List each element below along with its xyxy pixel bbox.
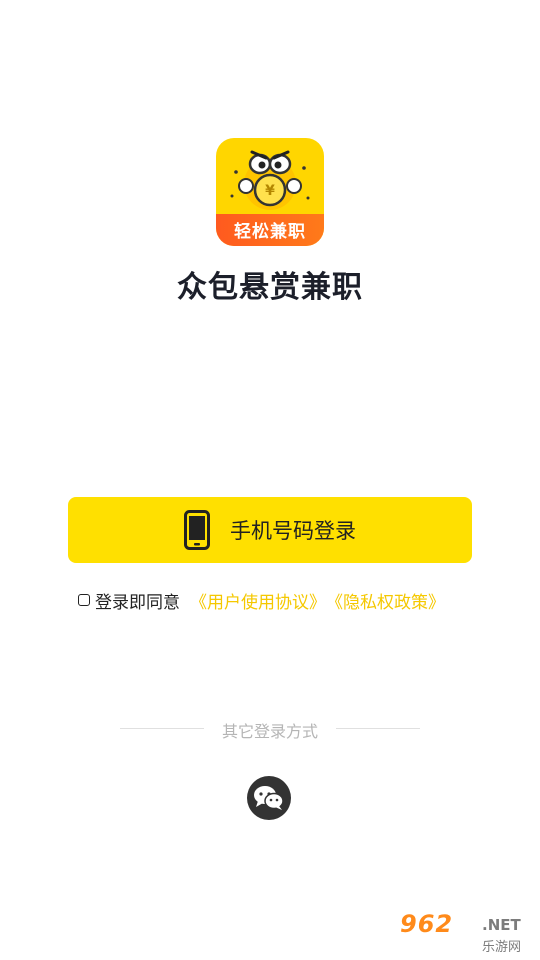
app-title: 众包悬赏兼职 [177,270,363,305]
watermark-domain: .NET [482,916,521,934]
app-logo: ¥ 轻松兼职 [216,138,324,246]
agreement-checkbox[interactable] [78,594,90,606]
logo-caption: 轻松兼职 [234,222,306,242]
wechat-login-button[interactable] [247,776,291,820]
agreement-prefix: 登录即同意 [95,592,180,613]
watermark-number: 962 [400,910,454,938]
other-login-divider: 其它登录方式 [0,716,540,741]
watermark: 962 .NET 乐游网 [400,910,536,956]
agreement-row: 登录即同意 《用户使用协议》 《隐私权政策》 [78,588,445,613]
divider-line-right [336,728,420,729]
watermark-site-name: 乐游网 [482,940,522,955]
login-page: ¥ 轻松兼职 众包悬赏兼职 手机号码登录 登录即同意 《用户使用协议》 《隐私权… [0,0,540,960]
privacy-policy-link[interactable]: 《隐私权政策》 [326,588,445,613]
other-login-title: 其它登录方式 [221,722,318,741]
phone-login-button[interactable]: 手机号码登录 [68,497,472,563]
mobile-phone-icon [184,510,210,550]
phone-login-label: 手机号码登录 [230,519,356,543]
svg-text:¥: ¥ [265,183,275,199]
user-agreement-link[interactable]: 《用户使用协议》 [190,588,326,613]
wechat-icon [252,784,286,812]
